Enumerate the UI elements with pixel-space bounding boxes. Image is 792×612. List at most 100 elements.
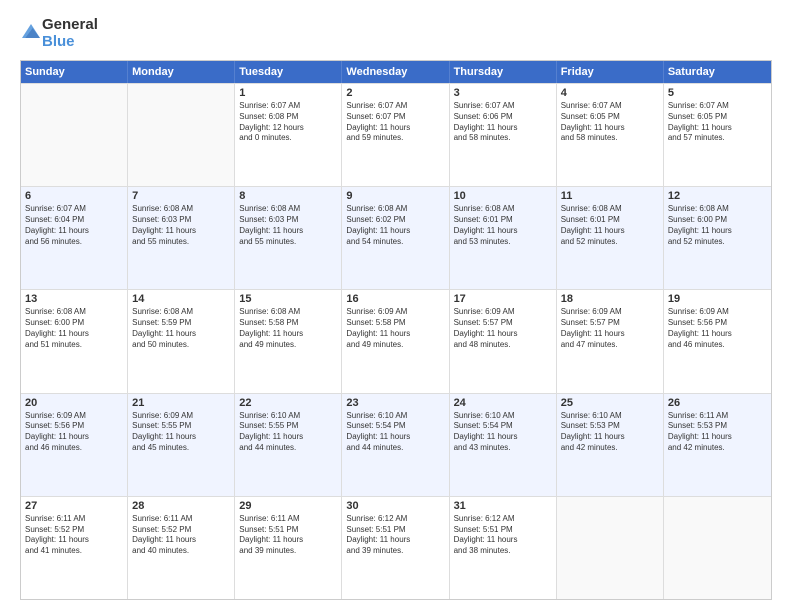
calendar-cell-empty-4-5 (557, 497, 664, 599)
weekday-header-monday: Monday (128, 61, 235, 83)
cell-info: Sunrise: 6:12 AMSunset: 5:51 PMDaylight:… (454, 514, 552, 557)
cell-info: Sunrise: 6:09 AMSunset: 5:55 PMDaylight:… (132, 411, 230, 454)
cell-info: Sunrise: 6:07 AMSunset: 6:08 PMDaylight:… (239, 101, 337, 144)
day-number: 28 (132, 500, 230, 512)
logo-icon (22, 24, 40, 38)
calendar-cell-day-17: 17Sunrise: 6:09 AMSunset: 5:57 PMDayligh… (450, 290, 557, 392)
day-number: 23 (346, 397, 444, 409)
day-number: 4 (561, 87, 659, 99)
calendar-cell-day-6: 6Sunrise: 6:07 AMSunset: 6:04 PMDaylight… (21, 187, 128, 289)
calendar-row-2: 6Sunrise: 6:07 AMSunset: 6:04 PMDaylight… (21, 186, 771, 289)
weekday-header-saturday: Saturday (664, 61, 771, 83)
cell-info: Sunrise: 6:11 AMSunset: 5:51 PMDaylight:… (239, 514, 337, 557)
calendar-cell-empty-4-6 (664, 497, 771, 599)
day-number: 10 (454, 190, 552, 202)
calendar-cell-day-7: 7 Sunrise: 6:08 AMSunset: 6:03 PMDaylight… (128, 187, 235, 289)
weekday-header-friday: Friday (557, 61, 664, 83)
calendar-cell-day-2: 2Sunrise: 6:07 AMSunset: 6:07 PMDaylight… (342, 84, 449, 186)
day-number: 26 (668, 397, 767, 409)
cell-info: Sunrise: 6:08 AMSunset: 5:58 PMDaylight:… (239, 307, 337, 350)
weekday-header-wednesday: Wednesday (342, 61, 449, 83)
calendar-cell-day-13: 13 Sunrise: 6:08 AMSunset: 6:00 PMDayligh… (21, 290, 128, 392)
day-number: 21 (132, 397, 230, 409)
day-number: 14 (132, 293, 230, 305)
cell-info: Sunrise: 6:10 AMSunset: 5:55 PMDaylight:… (239, 411, 337, 454)
day-number: 13 (25, 293, 123, 305)
calendar-cell-day-5: 5Sunrise: 6:07 AMSunset: 6:05 PMDaylight… (664, 84, 771, 186)
weekday-header-tuesday: Tuesday (235, 61, 342, 83)
cell-info: Sunrise: 6:07 AMSunset: 6:05 PMDaylight:… (668, 101, 767, 144)
cell-info: Sunrise: 6:08 AMSunset: 6:03 PMDaylight:… (132, 204, 230, 247)
calendar-cell-day-26: 26 Sunrise: 6:11 AMSunset: 5:53 PMDayligh… (664, 394, 771, 496)
calendar-cell-day-3: 3 Sunrise: 6:07 AMSunset: 6:06 PMDaylight… (450, 84, 557, 186)
calendar-row-3: 13 Sunrise: 6:08 AMSunset: 6:00 PMDayligh… (21, 289, 771, 392)
calendar-cell-day-11: 11Sunrise: 6:08 AMSunset: 6:01 PMDayligh… (557, 187, 664, 289)
day-number: 1 (239, 87, 337, 99)
cell-info: Sunrise: 6:09 AMSunset: 5:57 PMDaylight:… (454, 307, 552, 350)
cell-info: Sunrise: 6:08 AMSunset: 6:00 PMDaylight:… (25, 307, 123, 350)
calendar-cell-day-23: 23 Sunrise: 6:10 AMSunset: 5:54 PMDayligh… (342, 394, 449, 496)
calendar-cell-day-24: 24 Sunrise: 6:10 AMSunset: 5:54 PMDayligh… (450, 394, 557, 496)
calendar-cell-day-20: 20 Sunrise: 6:09 AMSunset: 5:56 PMDayligh… (21, 394, 128, 496)
calendar-cell-day-28: 28 Sunrise: 6:11 AMSunset: 5:52 PMDayligh… (128, 497, 235, 599)
cell-info: Sunrise: 6:07 AMSunset: 6:06 PMDaylight:… (454, 101, 552, 144)
calendar-header: SundayMondayTuesdayWednesdayThursdayFrid… (21, 61, 771, 83)
cell-info: Sunrise: 6:09 AMSunset: 5:56 PMDaylight:… (25, 411, 123, 454)
cell-info: Sunrise: 6:07 AMSunset: 6:04 PMDaylight:… (25, 204, 123, 247)
cell-info: Sunrise: 6:08 AMSunset: 6:03 PMDaylight:… (239, 204, 337, 247)
cell-info: Sunrise: 6:08 AMSunset: 6:02 PMDaylight:… (346, 204, 444, 247)
calendar-cell-day-25: 25 Sunrise: 6:10 AMSunset: 5:53 PMDayligh… (557, 394, 664, 496)
day-number: 29 (239, 500, 337, 512)
calendar-cell-day-27: 27Sunrise: 6:11 AMSunset: 5:52 PMDayligh… (21, 497, 128, 599)
logo: General Blue (20, 16, 98, 50)
calendar-cell-day-10: 10Sunrise: 6:08 AMSunset: 6:01 PMDayligh… (450, 187, 557, 289)
calendar-cell-day-19: 19 Sunrise: 6:09 AMSunset: 5:56 PMDayligh… (664, 290, 771, 392)
calendar-cell-day-1: 1 Sunrise: 6:07 AMSunset: 6:08 PMDaylight… (235, 84, 342, 186)
calendar-cell-day-22: 22 Sunrise: 6:10 AMSunset: 5:55 PMDayligh… (235, 394, 342, 496)
cell-info: Sunrise: 6:08 AMSunset: 5:59 PMDaylight:… (132, 307, 230, 350)
calendar-cell-day-8: 8 Sunrise: 6:08 AMSunset: 6:03 PMDaylight… (235, 187, 342, 289)
calendar-cell-day-4: 4Sunrise: 6:07 AMSunset: 6:05 PMDaylight… (557, 84, 664, 186)
day-number: 16 (346, 293, 444, 305)
cell-info: Sunrise: 6:10 AMSunset: 5:53 PMDaylight:… (561, 411, 659, 454)
calendar: SundayMondayTuesdayWednesdayThursdayFrid… (20, 60, 772, 600)
weekday-header-sunday: Sunday (21, 61, 128, 83)
calendar-cell-day-18: 18Sunrise: 6:09 AMSunset: 5:57 PMDayligh… (557, 290, 664, 392)
cell-info: Sunrise: 6:09 AMSunset: 5:57 PMDaylight:… (561, 307, 659, 350)
day-number: 24 (454, 397, 552, 409)
cell-info: Sunrise: 6:10 AMSunset: 5:54 PMDaylight:… (454, 411, 552, 454)
calendar-row-5: 27Sunrise: 6:11 AMSunset: 5:52 PMDayligh… (21, 496, 771, 599)
day-number: 7 (132, 190, 230, 202)
calendar-cell-day-16: 16 Sunrise: 6:09 AMSunset: 5:58 PMDayligh… (342, 290, 449, 392)
calendar-cell-day-9: 9 Sunrise: 6:08 AMSunset: 6:02 PMDaylight… (342, 187, 449, 289)
day-number: 25 (561, 397, 659, 409)
day-number: 20 (25, 397, 123, 409)
day-number: 22 (239, 397, 337, 409)
day-number: 3 (454, 87, 552, 99)
cell-info: Sunrise: 6:08 AMSunset: 6:00 PMDaylight:… (668, 204, 767, 247)
calendar-cell-day-12: 12Sunrise: 6:08 AMSunset: 6:00 PMDayligh… (664, 187, 771, 289)
cell-info: Sunrise: 6:09 AMSunset: 5:56 PMDaylight:… (668, 307, 767, 350)
day-number: 19 (668, 293, 767, 305)
calendar-cell-day-30: 30Sunrise: 6:12 AMSunset: 5:51 PMDayligh… (342, 497, 449, 599)
cell-info: Sunrise: 6:09 AMSunset: 5:58 PMDaylight:… (346, 307, 444, 350)
day-number: 11 (561, 190, 659, 202)
logo-general: General (42, 16, 98, 33)
day-number: 31 (454, 500, 552, 512)
logo-blue: Blue (42, 33, 98, 50)
cell-info: Sunrise: 6:10 AMSunset: 5:54 PMDaylight:… (346, 411, 444, 454)
calendar-row-1: 1 Sunrise: 6:07 AMSunset: 6:08 PMDaylight… (21, 83, 771, 186)
calendar-cell-empty-0-1 (128, 84, 235, 186)
cell-info: Sunrise: 6:11 AMSunset: 5:53 PMDaylight:… (668, 411, 767, 454)
day-number: 8 (239, 190, 337, 202)
cell-info: Sunrise: 6:11 AMSunset: 5:52 PMDaylight:… (132, 514, 230, 557)
calendar-cell-day-29: 29 Sunrise: 6:11 AMSunset: 5:51 PMDayligh… (235, 497, 342, 599)
cell-info: Sunrise: 6:07 AMSunset: 6:07 PMDaylight:… (346, 101, 444, 144)
cell-info: Sunrise: 6:12 AMSunset: 5:51 PMDaylight:… (346, 514, 444, 557)
day-number: 15 (239, 293, 337, 305)
calendar-cell-day-21: 21 Sunrise: 6:09 AMSunset: 5:55 PMDayligh… (128, 394, 235, 496)
weekday-header-thursday: Thursday (450, 61, 557, 83)
day-number: 9 (346, 190, 444, 202)
cell-info: Sunrise: 6:11 AMSunset: 5:52 PMDaylight:… (25, 514, 123, 557)
calendar-cell-day-31: 31 Sunrise: 6:12 AMSunset: 5:51 PMDayligh… (450, 497, 557, 599)
